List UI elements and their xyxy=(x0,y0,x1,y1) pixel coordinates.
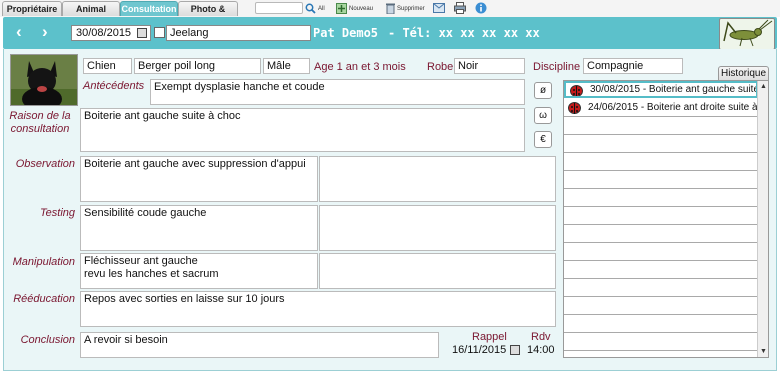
manipulation-field-right[interactable] xyxy=(319,253,556,289)
reason-field[interactable]: Boiterie ant gauche suite à choc xyxy=(80,108,525,152)
owner-name: Pat Demo5 xyxy=(313,26,379,40)
owner-phone: - Tél: xx xx xx xx xx xyxy=(388,26,540,40)
observation-field-right[interactable] xyxy=(319,156,556,202)
history-empty-row xyxy=(564,208,758,225)
history-empty-row xyxy=(564,298,758,315)
antecedents-label: Antécédents xyxy=(83,80,145,92)
patient-name-field[interactable]: Jeelang xyxy=(166,25,311,41)
history-empty-row xyxy=(564,280,758,297)
coat-label: Robe xyxy=(427,61,454,73)
side-button-omega[interactable]: ω xyxy=(534,107,552,124)
history-empty-row xyxy=(564,154,758,171)
ladybug-icon xyxy=(570,85,583,96)
history-empty-row xyxy=(564,118,758,135)
antecedents-field[interactable]: Exempt dysplasie hanche et coude xyxy=(150,79,525,105)
manipulation-label: Manipulation xyxy=(12,256,75,268)
history-scrollbar[interactable]: ▲ ▼ xyxy=(757,81,768,357)
animal-photo xyxy=(10,54,78,106)
discipline-field[interactable]: Compagnie xyxy=(583,58,683,74)
previous-arrow-icon[interactable]: ‹ xyxy=(16,23,22,41)
history-item[interactable]: 30/08/2015 - Boiterie ant gauche suite xyxy=(564,81,758,98)
history-empty-row xyxy=(564,190,758,207)
age-text: Age 1 an et 3 mois xyxy=(314,61,406,73)
coat-field[interactable]: Noir xyxy=(454,58,525,74)
reeducation-label: Rééducation xyxy=(13,293,75,305)
search-input[interactable] xyxy=(255,2,303,14)
history-empty-row xyxy=(564,226,758,243)
new-record-icon xyxy=(336,3,347,14)
next-arrow-icon[interactable]: › xyxy=(42,23,48,41)
history-tab[interactable]: Historique xyxy=(718,66,769,81)
rdv-time[interactable]: 14:00 xyxy=(527,344,555,356)
sex-field[interactable]: Mâle xyxy=(263,58,310,74)
mail-icon[interactable] xyxy=(433,3,445,13)
grasshopper-logo xyxy=(719,18,775,50)
observation-field[interactable]: Boiterie ant gauche avec suppression d'a… xyxy=(80,156,318,202)
history-item[interactable]: 24/06/2015 - Boiterie ant droite suite à xyxy=(564,100,758,117)
observation-label: Observation xyxy=(15,158,75,170)
rappel-calendar-icon[interactable] xyxy=(510,345,520,355)
history-item-label: 30/08/2015 - Boiterie ant gauche suite xyxy=(590,84,758,95)
manipulation-field[interactable]: Fléchisseur ant gauche revu les hanches … xyxy=(80,253,318,289)
top-tab-bar: Propriétaire Animal Consultation Photo &… xyxy=(0,0,780,28)
conclusion-field[interactable]: A revoir si besoin xyxy=(80,332,439,358)
history-empty-row xyxy=(564,244,758,261)
testing-field-right[interactable] xyxy=(319,205,556,251)
trash-icon xyxy=(386,3,395,14)
reason-label: Raison de la consultation xyxy=(9,110,71,135)
search-all-button[interactable]: All xyxy=(305,2,325,15)
tab-photo-video[interactable]: Photo & Vidéo xyxy=(178,1,238,28)
calendar-icon[interactable] xyxy=(137,28,147,38)
testing-field[interactable]: Sensibilité coude gauche xyxy=(80,205,318,251)
tab-consultation[interactable]: Consultation xyxy=(120,1,178,16)
rdv-label: Rdv xyxy=(531,331,551,343)
discipline-label: Discipline xyxy=(533,61,581,73)
tab-proprietaire[interactable]: Propriétaire xyxy=(2,1,62,16)
breed-field[interactable]: Berger poil long xyxy=(134,58,261,74)
rappel-date[interactable]: 16/11/2015 xyxy=(452,344,506,356)
search-icon xyxy=(305,3,316,14)
delete-label: Supprimer xyxy=(397,5,425,12)
scroll-down-icon[interactable]: ▼ xyxy=(760,348,767,355)
tab-animal[interactable]: Animal xyxy=(62,1,120,16)
species-field[interactable]: Chien xyxy=(83,58,132,74)
ladybug-icon xyxy=(568,102,581,114)
consultation-header: ‹ › 30/08/2015 Jeelang Pat Demo5 - Tél: … xyxy=(3,17,777,49)
consultation-checkbox[interactable] xyxy=(154,27,165,38)
consultation-date: 30/08/2015 xyxy=(76,27,132,39)
dog-photo-image xyxy=(11,55,77,105)
conclusion-label: Conclusion xyxy=(20,334,75,346)
history-item-label: 24/06/2015 - Boiterie ant droite suite à xyxy=(588,102,758,113)
history-empty-row xyxy=(564,334,758,351)
scroll-up-icon[interactable]: ▲ xyxy=(760,83,767,90)
search-all-label: All xyxy=(318,5,325,12)
consultation-date-field[interactable]: 30/08/2015 xyxy=(71,25,151,41)
history-empty-row xyxy=(564,172,758,189)
history-list: 30/08/2015 - Boiterie ant gauche suite 2… xyxy=(563,80,769,358)
rappel-label: Rappel xyxy=(472,331,507,343)
side-button-stop[interactable]: ø xyxy=(534,82,552,99)
side-button-euro[interactable]: € xyxy=(534,131,552,148)
new-button[interactable]: Nouveau xyxy=(336,2,373,15)
info-icon[interactable] xyxy=(475,2,487,14)
history-empty-row xyxy=(564,262,758,279)
testing-label: Testing xyxy=(39,207,75,219)
reeducation-field[interactable]: Repos avec sorties en laisse sur 10 jour… xyxy=(80,291,556,327)
history-empty-row xyxy=(564,136,758,153)
new-label: Nouveau xyxy=(349,5,374,12)
delete-button[interactable]: Supprimer xyxy=(386,2,425,15)
print-icon[interactable] xyxy=(454,2,466,14)
grasshopper-icon xyxy=(723,19,773,47)
history-empty-row xyxy=(564,316,758,333)
